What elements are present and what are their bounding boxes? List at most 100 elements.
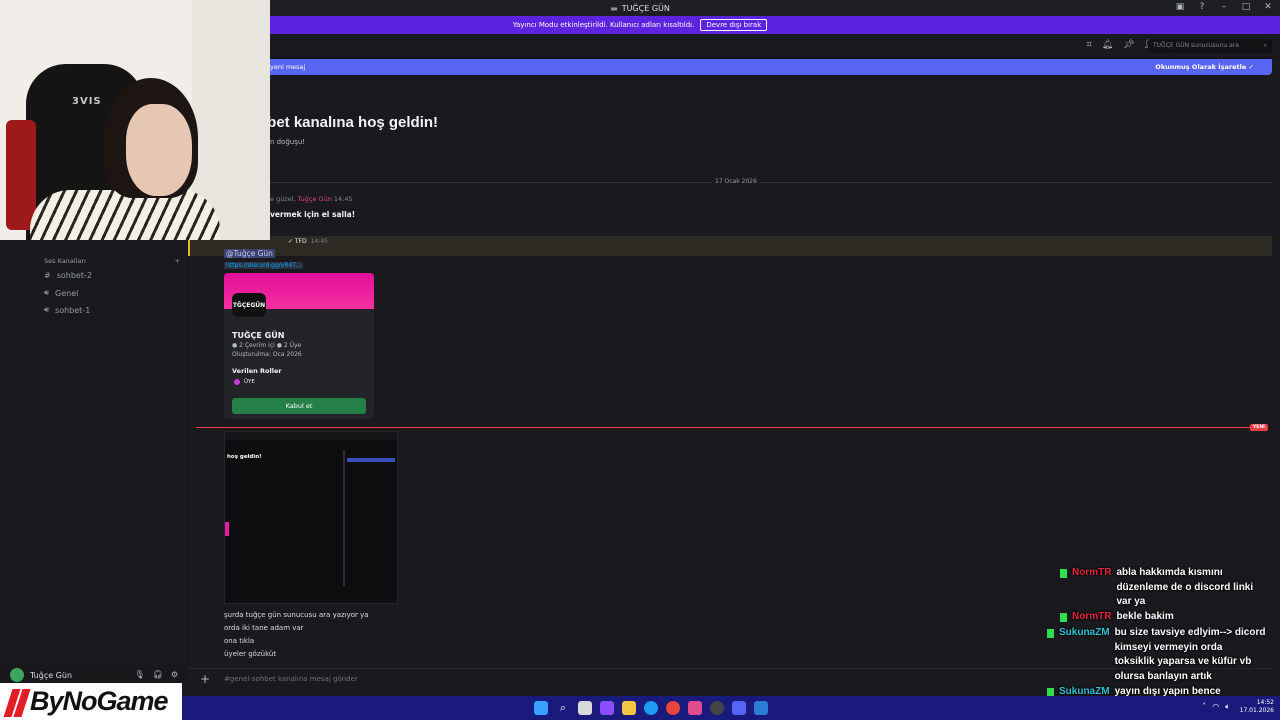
inbox-icon[interactable]: ▣ [1174,1,1186,13]
user-mention[interactable]: @Tuğçe Gün [224,249,275,258]
chevron-up-icon[interactable]: ˄ [1202,702,1206,712]
maximize-button[interactable]: □ [1240,1,1252,13]
image-attachment[interactable]: hoş geldin! [224,431,398,604]
headphones-icon[interactable]: 🎧︎ [153,670,163,679]
wave-prompt[interactable]: vermek için el salla! [270,210,355,219]
threads-icon[interactable]: ⌗ [1087,40,1092,50]
message-time: 14:45 [310,238,328,245]
window-controls: ▣ ? – □ ✕ [1174,1,1274,13]
microphone-icon[interactable]: 🎙︎ [135,670,145,679]
webcam-overlay: 3VIS [0,0,270,240]
voice-category[interactable]: Ses Kanalları + [44,257,180,265]
folder-icon[interactable] [622,701,636,715]
clock-date: 17.01.2026 [1239,707,1274,714]
disable-streamer-mode-button[interactable]: Devre dışı bırak [700,19,768,31]
sidebar-item-sohbet-1[interactable]: 🔊︎ sohbet-1 [44,305,90,315]
invite-roles-label: Verilen Roller [232,367,282,375]
mark-as-read-button[interactable]: Okunmuş Olarak İşaretle ✓ [1155,63,1254,71]
role-badge: ÜYE [234,379,255,385]
gaming-chair-accent [6,120,36,230]
search-icon[interactable]: ⌕ [556,701,570,715]
banner-text: Yayıncı Modu etkinleştirildi. Kullanıcı … [512,21,695,29]
header-icons: ⌗ 🔔︎ 📌︎ 👥︎ [1087,40,1156,50]
highlighted-message [188,236,1272,256]
edge-icon[interactable] [644,701,658,715]
invite-server-name: TUĞÇE GÜN [232,331,285,340]
speaker-icon: 🔊︎ [44,288,50,297]
start-icon[interactable] [534,701,548,715]
avatar[interactable] [10,668,24,682]
welcome-title: hbet kanalına hoş geldin! [258,114,439,131]
attachment-divider [343,450,345,586]
chat-message: orda iki tane adam var [224,624,304,632]
wifi-icon[interactable]: ◠ [1212,702,1219,712]
accept-invite-button[interactable]: Kabul et [232,398,366,414]
invite-card: TĞÇEGÜN TUĞÇE GÜN ● 2 Çevrim içi ● 2 Üye… [224,273,374,419]
category-label: Ses Kanalları [44,257,86,265]
pin-icon[interactable]: 📌︎ [1123,40,1134,50]
username: Tuğçe Gün [30,670,73,680]
date-label: 17 Ocak 2026 [712,178,760,185]
add-channel-icon[interactable]: + [175,257,180,265]
help-icon[interactable]: ? [1196,1,1208,13]
speaker-icon: 🔊︎ [44,305,50,314]
chat-username: SukunaZM [1059,627,1110,638]
streamer-face [126,104,192,196]
message-time: 14:45 [333,195,353,203]
taskbar-apps: ⌕ [534,701,768,715]
chat-message: şurda tuğçe gün sunucusu ara yazıyor ya [224,611,369,619]
channel-sidebar: Ses Kanalları + # sohbet-2 🔊︎ Genel 🔊︎ s… [0,240,188,665]
attachment-accent [225,522,229,536]
chat-text: bekle bakim [1116,611,1174,622]
minimize-button[interactable]: – [1218,1,1230,13]
gear-icon[interactable]: ⚙ [171,670,178,679]
member-name[interactable]: Tuğçe Gün [298,195,332,203]
role-color-dot [234,379,240,385]
discord-icon[interactable] [732,701,746,715]
obs-icon[interactable] [710,701,724,715]
chat-text: abla hakkımda kısmını düzenleme de o disc… [1116,567,1254,607]
app-icon[interactable] [754,701,768,715]
user-panel: Tuğçe Gün 🎙︎ 🎧︎ ⚙ [0,665,188,685]
new-messages-divider [196,427,1264,428]
new-messages-label: yeni mesaj [270,63,306,71]
text-channel-icon: # [44,271,51,280]
chrome-icon[interactable] [666,701,680,715]
chat-overlay-message: SukunaZM bu size tavsiye edlyim--> dicor… [1047,626,1265,684]
search-input[interactable]: TUĞÇE GÜN sunucusunu ara ⌕ [1148,39,1272,53]
close-button[interactable]: ✕ [1262,1,1274,13]
platform-icon [1060,569,1067,578]
date-divider [270,182,1272,183]
chat-username: NormTR [1072,567,1112,578]
clock-time: 14:52 [1256,699,1274,706]
welcome-subtitle: ın doğuşu! [268,138,306,146]
app-icon[interactable] [600,701,614,715]
invite-link[interactable]: https://discord.gg/vR4T... [224,262,304,269]
chat-text: bu size tavsiye edlyim--> dicord kimseyi … [1114,627,1266,682]
streamer-body [30,190,220,240]
platform-icon [1047,629,1054,638]
user-controls: 🎙︎ 🎧︎ ⚙ [135,670,178,679]
app-icon[interactable] [688,701,702,715]
channel-label: sohbet-1 [55,305,91,315]
taskbar: ⌕ ˄ ◠ 🔈︎ 14:52 17.01.2026 [0,696,1280,720]
brand-text: ByNoGame [30,686,169,716]
sidebar-item-sohbet-2[interactable]: # sohbet-2 [44,271,92,280]
channel-label: Genel [55,288,79,298]
bell-icon[interactable]: 🔔︎ [1102,40,1113,50]
system-tray: ˄ ◠ 🔈︎ [1202,702,1230,712]
attachment-text: hoş geldin! [227,454,262,460]
search-icon: ⌕ [1263,42,1267,49]
sidebar-item-genel[interactable]: 🔊︎ Genel [44,288,78,298]
clock[interactable]: 14:52 17.01.2026 [1240,699,1274,715]
chat-overlay-message: NormTR abla hakkımda kısmını düzenleme de… [1060,566,1253,610]
invite-created: Oluşturulma: Oca 2026 [232,351,302,358]
chat-overlay-message: NormTR bekle bakim [1060,610,1174,625]
message-author[interactable]: ✓ TFD 14:45 [288,238,328,245]
chair-logo: 3VIS [72,96,102,107]
new-messages-bar[interactable]: yeni mesaj Okunmuş Olarak İşaretle ✓ [188,59,1272,75]
channel-label: sohbet-2 [56,271,92,280]
volume-icon[interactable]: 🔈︎ [1225,702,1230,712]
calendar-icon[interactable] [578,701,592,715]
add-attachment-icon[interactable]: + [200,672,210,686]
